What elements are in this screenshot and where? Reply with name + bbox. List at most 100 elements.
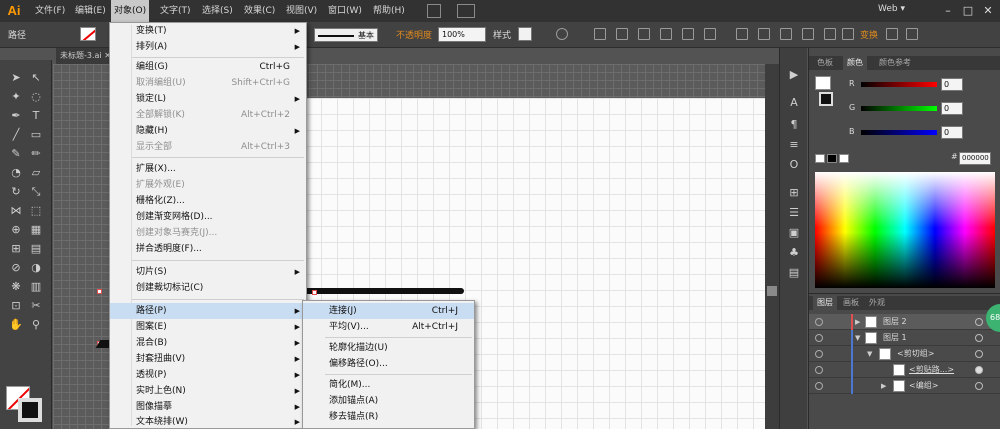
tab-color[interactable]: 颜色: [843, 56, 867, 70]
menu-item-pattern[interactable]: 图案(E) ▶: [110, 319, 306, 335]
blend-tool-icon[interactable]: ◑: [28, 260, 44, 276]
magic-wand-tool-icon[interactable]: ✦: [8, 89, 24, 105]
workspace-switcher[interactable]: Web ▾: [878, 4, 926, 18]
graphic-styles-panel-icon[interactable]: ▤: [786, 266, 802, 280]
recolor-icon[interactable]: [556, 28, 568, 40]
distribute-hcenter-icon[interactable]: [824, 28, 836, 40]
hex-input[interactable]: 000000: [959, 152, 991, 165]
menu-item-flatten-transparency[interactable]: 拼合透明度(F)...: [110, 241, 306, 257]
visibility-eye-icon[interactable]: [815, 318, 823, 326]
type-tool-icon[interactable]: T: [28, 108, 44, 124]
arrange-docs-icon[interactable]: [457, 4, 475, 18]
align-top-icon[interactable]: [660, 28, 672, 40]
menu-item-group[interactable]: 编组(G) Ctrl+G: [110, 59, 306, 75]
tab-appearance[interactable]: 外观: [865, 296, 889, 310]
distribute-center-icon[interactable]: [758, 28, 770, 40]
expand-arrow-icon[interactable]: ▶: [881, 378, 886, 394]
layer-row[interactable]: <剪贴路...>: [809, 362, 1000, 378]
align-panel-icon[interactable]: ☰: [786, 206, 802, 220]
target-icon[interactable]: [975, 382, 983, 390]
scrollbar-thumb[interactable]: [767, 286, 777, 296]
layer-row[interactable]: ▼ <剪切组>: [809, 346, 1000, 362]
menu-item-lock[interactable]: 锁定(L) ▶: [110, 91, 306, 107]
paintbrush-tool-icon[interactable]: ✎: [8, 146, 24, 162]
collapse-arrow-icon[interactable]: ▼: [867, 346, 872, 362]
menu-item-simplify[interactable]: 简化(M)...: [303, 377, 474, 393]
target-icon[interactable]: [975, 334, 983, 342]
transform-panel-icon[interactable]: ⊞: [786, 186, 802, 200]
menu-item-outline-stroke[interactable]: 轮廓化描边(U): [303, 340, 474, 356]
menu-window[interactable]: 窗口(W): [325, 0, 365, 22]
visibility-eye-icon[interactable]: [815, 382, 823, 390]
menu-item-expand-appearance[interactable]: 扩展外观(E): [110, 177, 306, 193]
menu-item-blend[interactable]: 混合(B) ▶: [110, 335, 306, 351]
direct-selection-tool-icon[interactable]: ↖: [28, 70, 44, 86]
menu-item-hide[interactable]: 隐藏(H) ▶: [110, 123, 306, 139]
menu-item-arrange[interactable]: 排列(A) ▶: [110, 39, 306, 55]
distribute-bottom-icon[interactable]: [780, 28, 792, 40]
stroke-color-swatch[interactable]: [18, 398, 42, 422]
mesh-tool-icon[interactable]: ⊞: [8, 241, 24, 257]
anchor-point[interactable]: [97, 289, 102, 294]
align-center-icon[interactable]: [616, 28, 628, 40]
target-icon[interactable]: [975, 350, 983, 358]
blue-slider[interactable]: B 0: [809, 126, 1000, 140]
transform-label[interactable]: 变换: [860, 28, 878, 41]
blob-brush-tool-icon[interactable]: ◔: [8, 165, 24, 181]
green-slider[interactable]: G 0: [809, 102, 1000, 116]
bridge-icon[interactable]: [427, 4, 441, 18]
rectangle-tool-icon[interactable]: ▭: [28, 127, 44, 143]
zoom-tool-icon[interactable]: ⚲: [28, 317, 44, 333]
menu-item-text-wrap[interactable]: 文本绕排(W) ▶: [110, 414, 306, 429]
artboard-tool-icon[interactable]: ⊡: [8, 298, 24, 314]
pen-tool-icon[interactable]: ✒: [8, 108, 24, 124]
red-input[interactable]: 0: [941, 78, 963, 91]
menu-file[interactable]: 文件(F): [32, 0, 68, 22]
black-swatch[interactable]: [827, 154, 837, 163]
white-swatch[interactable]: [839, 154, 849, 163]
column-graph-tool-icon[interactable]: ▥: [28, 279, 44, 295]
layer-row[interactable]: ▶ 图层 2: [809, 314, 1000, 330]
menu-item-gradient-mesh[interactable]: 创建渐变网格(D)...: [110, 209, 306, 225]
menu-item-live-paint[interactable]: 实时上色(N) ▶: [110, 383, 306, 399]
stroke-profile-select[interactable]: 基本: [314, 28, 378, 42]
visibility-eye-icon[interactable]: [815, 366, 823, 374]
layer-row[interactable]: ▶ <编组>: [809, 378, 1000, 394]
expand-arrow-icon[interactable]: ▶: [855, 314, 860, 330]
collapse-arrow-icon[interactable]: ▼: [855, 330, 860, 346]
menu-item-path[interactable]: 路径(P) ▶: [110, 303, 306, 319]
menu-item-envelope-distort[interactable]: 封套扭曲(V) ▶: [110, 351, 306, 367]
visibility-eye-icon[interactable]: [815, 350, 823, 358]
menu-item-perspective[interactable]: 透视(P) ▶: [110, 367, 306, 383]
tab-swatches[interactable]: 色板: [813, 56, 837, 70]
menu-view[interactable]: 视图(V): [283, 0, 320, 22]
align-right-icon[interactable]: [638, 28, 650, 40]
maximize-button[interactable]: □: [960, 3, 976, 18]
distribute-right-icon[interactable]: [842, 28, 854, 40]
tab-artboards[interactable]: 画板: [839, 296, 863, 310]
menu-item-object-mosaic[interactable]: 创建对象马赛克(J)...: [110, 225, 306, 241]
menu-type[interactable]: 文字(T): [157, 0, 194, 22]
anchor-point[interactable]: [312, 290, 317, 295]
eyedropper-tool-icon[interactable]: ⊘: [8, 260, 24, 276]
line-tool-icon[interactable]: ╱: [8, 127, 24, 143]
distribute-left-icon[interactable]: [802, 28, 814, 40]
green-input[interactable]: 0: [941, 102, 963, 115]
fill-swatch[interactable]: [80, 27, 96, 41]
perspective-grid-tool-icon[interactable]: ▦: [28, 222, 44, 238]
close-button[interactable]: ✕: [980, 3, 996, 18]
menu-item-slice[interactable]: 切片(S) ▶: [110, 264, 306, 280]
menu-object[interactable]: 对象(O): [111, 0, 150, 22]
tab-color-guide[interactable]: 颜色参考: [875, 56, 915, 70]
pencil-tool-icon[interactable]: ✏: [28, 146, 44, 162]
symbols-panel-icon[interactable]: ♣: [786, 246, 802, 260]
menu-item-remove-anchor[interactable]: 移去锚点(R): [303, 409, 474, 425]
opentype-panel-icon[interactable]: O: [786, 158, 802, 172]
menu-effect[interactable]: 效果(C): [241, 0, 278, 22]
none-swatch[interactable]: [815, 154, 825, 163]
pathfinder-panel-icon[interactable]: ▣: [786, 226, 802, 240]
glyphs-panel-icon[interactable]: ≡: [786, 138, 802, 152]
menu-help[interactable]: 帮助(H): [370, 0, 408, 22]
menu-item-average[interactable]: 平均(V)... Alt+Ctrl+J: [303, 319, 474, 335]
visibility-eye-icon[interactable]: [815, 334, 823, 342]
